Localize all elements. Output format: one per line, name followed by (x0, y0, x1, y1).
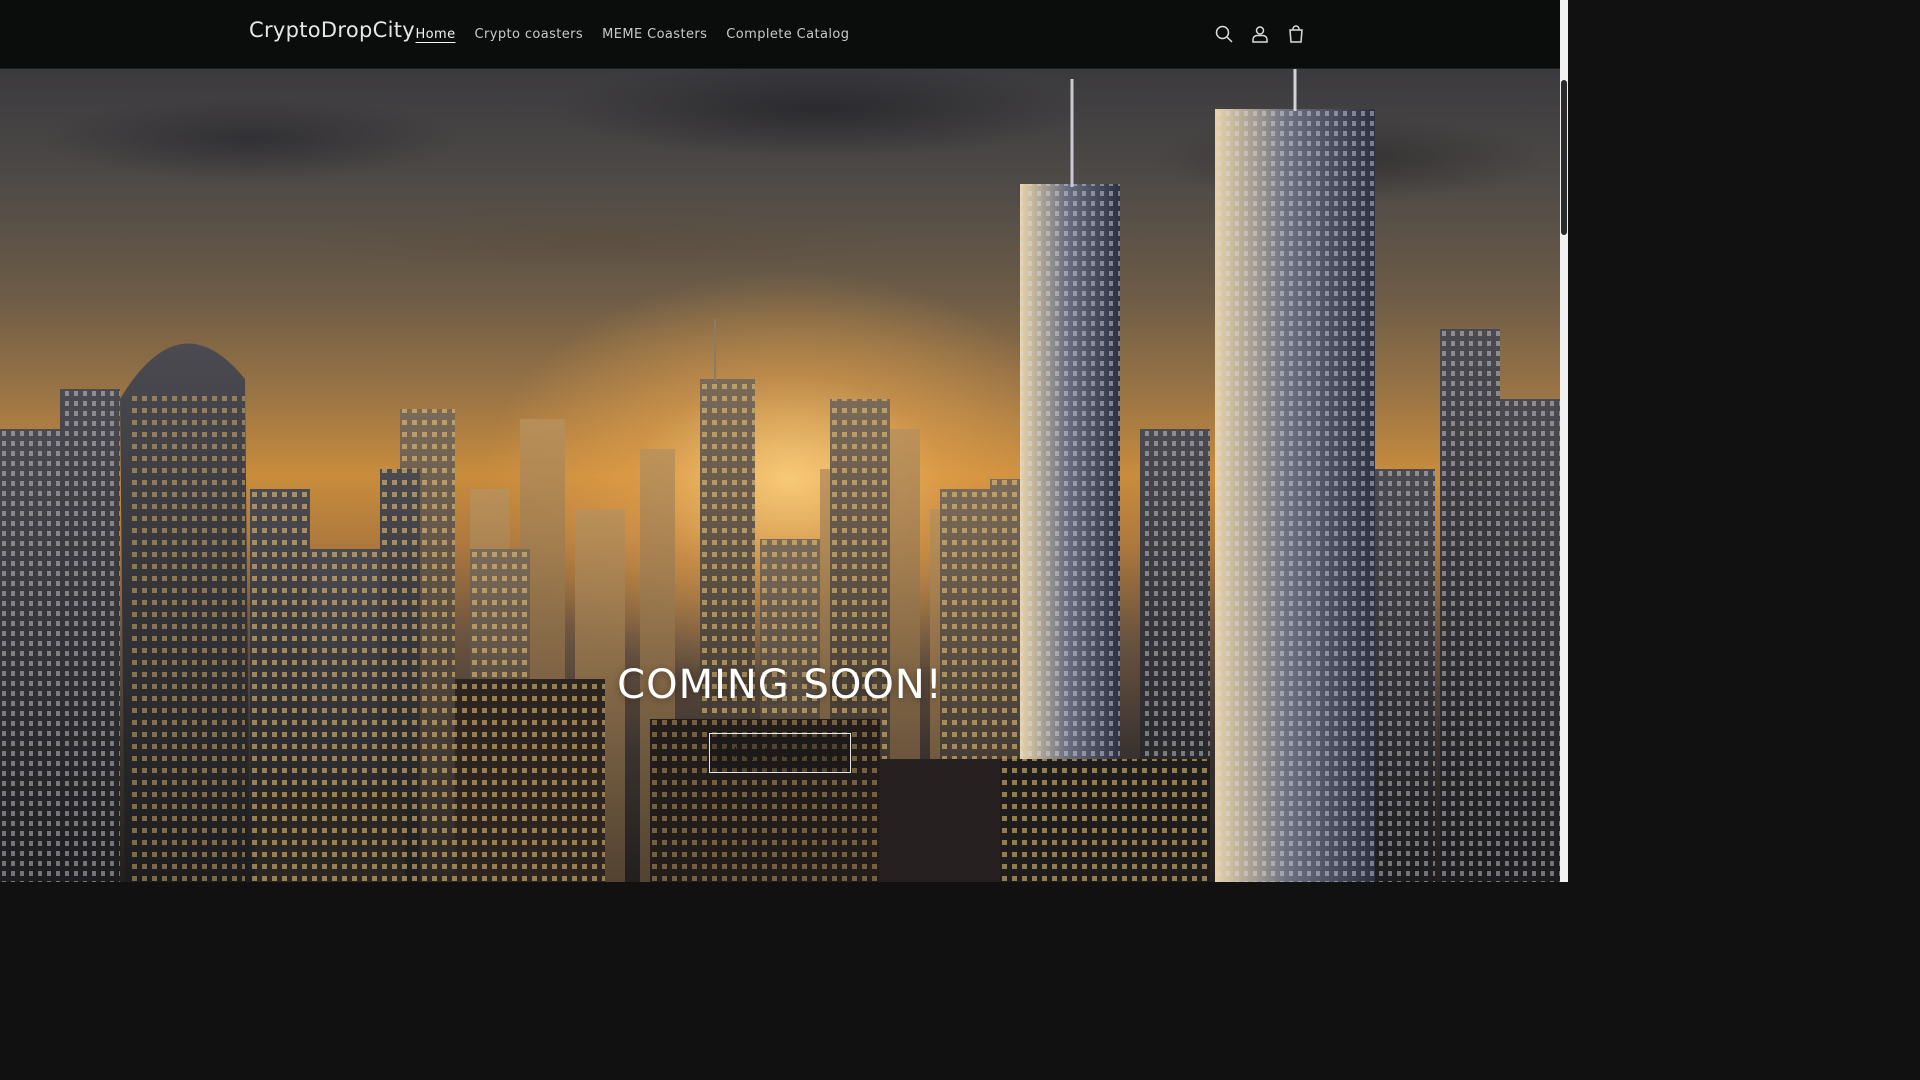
search-icon (1215, 25, 1233, 43)
nav-home[interactable]: Home (406, 27, 465, 42)
nav-complete-catalog[interactable]: Complete Catalog (717, 27, 859, 42)
scrollbar-thumb[interactable] (1561, 80, 1567, 235)
page-scrollbar[interactable] (1560, 0, 1568, 882)
site-header: CryptoDropCity Home Crypto coasters MEME… (0, 0, 1560, 69)
hero-title: COMING SOON! (617, 662, 943, 708)
header-icons (1206, 16, 1314, 52)
cart-icon (1289, 25, 1303, 43)
brand-logo[interactable]: CryptoDropCity (249, 18, 415, 42)
account-icon (1252, 26, 1268, 43)
page: CryptoDropCity Home Crypto coasters MEME… (0, 0, 1568, 882)
account-button[interactable] (1242, 16, 1278, 52)
main-nav: Home Crypto coasters MEME Coasters Compl… (406, 0, 859, 69)
cart-button[interactable] (1278, 16, 1314, 52)
shop-to-support-button[interactable]: Shop to support (709, 733, 851, 773)
hero-banner: COMING SOON! Shop to support (0, 69, 1560, 882)
search-button[interactable] (1206, 16, 1242, 52)
nav-meme-coasters[interactable]: MEME Coasters (593, 27, 717, 42)
nav-crypto-coasters[interactable]: Crypto coasters (465, 27, 593, 42)
